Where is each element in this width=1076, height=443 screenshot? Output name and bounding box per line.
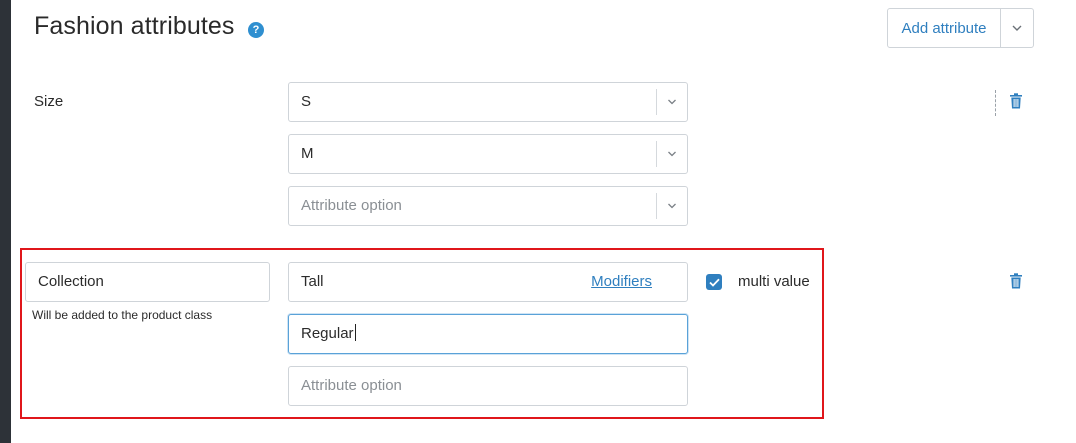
text-cursor [354,324,356,341]
add-attribute-button-group: Add attribute [887,8,1034,48]
add-attribute-button[interactable]: Add attribute [888,9,1001,47]
trash-icon[interactable] [1009,273,1023,289]
size-attribute-label: Size [34,93,64,110]
chevron-down-icon [668,203,676,209]
select-placeholder: Attribute option [301,197,402,214]
question-circle-icon[interactable]: ? [248,22,264,38]
select-value: M [301,145,314,162]
multi-value-checkbox[interactable] [706,274,722,290]
select-divider [656,89,657,115]
multi-value-label: multi value [738,273,810,290]
chevron-down-icon [668,99,676,105]
chevron-down-icon [668,151,676,157]
attribute-name-hint: Will be added to the product class [32,308,213,322]
select-value: S [301,93,312,110]
select-divider [656,141,657,167]
page-title: Fashion attributes [34,12,235,40]
add-attribute-dropdown-toggle[interactable] [1001,9,1033,47]
size-option-select-2[interactable]: M [288,134,688,174]
collection-value-input-new[interactable]: Attribute option [288,366,688,406]
input-value: Collection [38,273,104,290]
chevron-down-icon [1012,25,1022,31]
select-divider [656,193,657,219]
size-option-select-1[interactable]: S [288,82,688,122]
modifiers-link[interactable]: Modifiers [591,263,652,301]
attribute-name-input[interactable]: Collection [25,262,270,302]
input-value: Regular [301,324,356,342]
input-value: Tall [301,273,324,290]
trash-icon[interactable] [1009,93,1023,109]
checkmark-icon [708,278,720,287]
drag-divider [995,90,996,116]
input-placeholder: Attribute option [301,377,402,394]
size-option-select-new[interactable]: Attribute option [288,186,688,226]
app-sidebar-edge [0,0,11,443]
collection-value-input-1[interactable]: Tall Modifiers [288,262,688,302]
collection-value-input-2[interactable]: Regular [288,314,688,354]
